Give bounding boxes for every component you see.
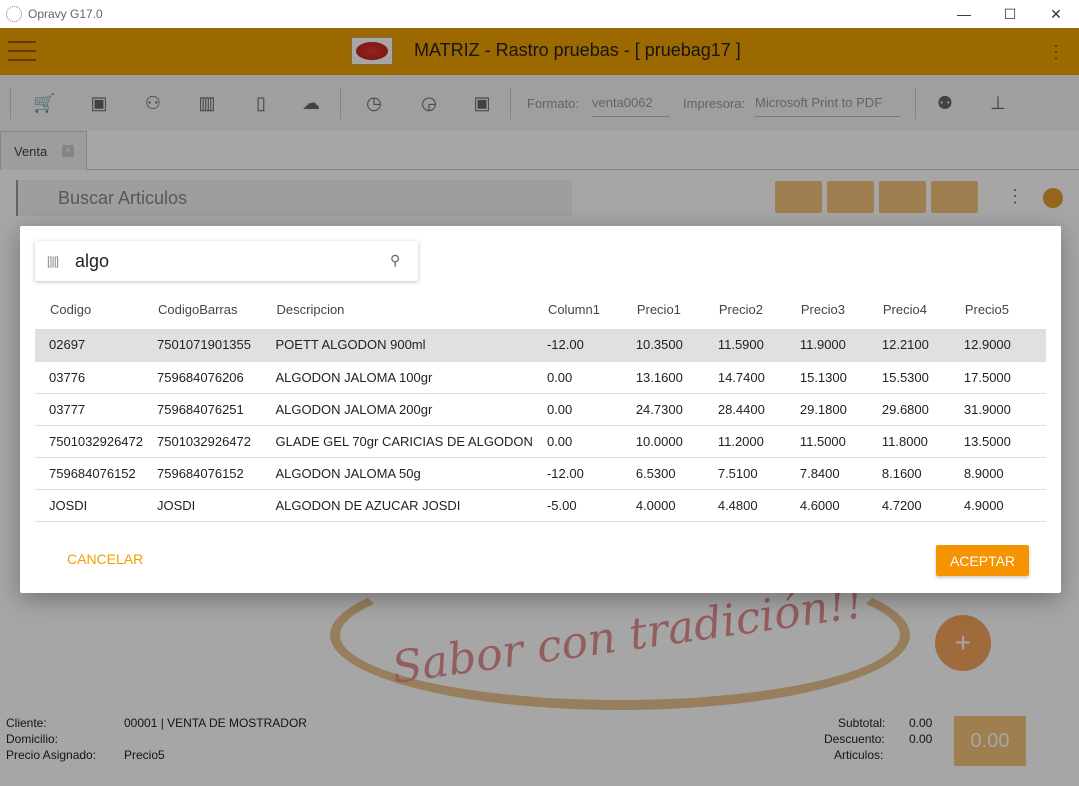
- table-cell: 10.3500: [621, 329, 704, 362]
- table-row[interactable]: 03776 759684076206 ALGODON JALOMA 100gr 0.0…: [35, 361, 1046, 394]
- table-cell: 29.1800: [785, 393, 868, 426]
- table-cell: JOSDI: [35, 489, 143, 522]
- table-cell: 7.5100: [703, 457, 786, 490]
- table-cell: 4.6000: [785, 489, 868, 522]
- dialog-actions: CANCELAR ACEPTAR: [20, 544, 1061, 584]
- accept-button[interactable]: ACEPTAR: [936, 545, 1029, 576]
- table-cell: 4.4800: [703, 489, 786, 522]
- window-title: Opravy G17.0: [28, 7, 103, 21]
- table-cell: 7501071901355: [143, 329, 262, 362]
- table-cell: 03776: [35, 361, 143, 394]
- table-cell: 14.7400: [703, 361, 786, 394]
- table-cell: 759684076152: [35, 457, 143, 490]
- column-header[interactable]: Precio4: [868, 290, 950, 329]
- column-header[interactable]: Precio1: [622, 290, 704, 329]
- table-cell: POETT ALGODON 900ml: [261, 329, 533, 362]
- dialog-search-field[interactable]: [|||] algo ⚲: [35, 241, 418, 281]
- table-cell: 13.1600: [621, 361, 704, 394]
- table-cell: 4.9000: [949, 489, 1046, 522]
- table-cell: 11.5000: [785, 425, 868, 458]
- maximize-button[interactable]: ☐: [987, 0, 1033, 28]
- table-cell: 24.7300: [621, 393, 704, 426]
- table-cell: ALGODON JALOMA 200gr: [261, 393, 533, 426]
- table-row[interactable]: 7501032926472 7501032926472 GLADE GEL 70gr…: [35, 425, 1046, 458]
- table-cell: 10.0000: [621, 425, 704, 458]
- table-cell: 8.9000: [949, 457, 1046, 490]
- table-cell: 31.9000: [949, 393, 1046, 426]
- column-header[interactable]: CodigoBarras: [143, 290, 262, 329]
- table-cell: 17.5000: [949, 361, 1046, 394]
- table-cell: 759684076206: [143, 361, 262, 394]
- table-header-row: Codigo CodigoBarras Descripcion Column1 Prec…: [35, 290, 1046, 329]
- table-cell: 02697: [35, 329, 143, 362]
- table-cell: 03777: [35, 393, 143, 426]
- table-row[interactable]: 759684076152 759684076152 ALGODON JALOMA 5…: [35, 457, 1046, 490]
- titlebar-unshaded: Opravy G17.0 — ☐ ✕: [0, 0, 1079, 28]
- table-cell: 15.1300: [785, 361, 868, 394]
- table-row[interactable]: JOSDI JOSDI ALGODON DE AZUCAR JOSDI -5.00 4.…: [35, 489, 1046, 522]
- article-search-dialog: [|||] algo ⚲ Codigo CodigoBarras Descripci…: [20, 226, 1061, 593]
- minimize-button[interactable]: —: [941, 0, 987, 28]
- close-button[interactable]: ✕: [1033, 0, 1079, 28]
- table-cell: 8.1600: [867, 457, 950, 490]
- results-table: Codigo CodigoBarras Descripcion Column1 Prec…: [35, 290, 1046, 522]
- app-icon: [6, 6, 22, 22]
- table-cell: 6.5300: [621, 457, 704, 490]
- table-cell: 28.4400: [703, 393, 786, 426]
- search-icon[interactable]: ⚲: [390, 252, 400, 269]
- table-cell: ALGODON JALOMA 100gr: [261, 361, 533, 394]
- table-cell: 12.2100: [867, 329, 950, 362]
- column-header[interactable]: Precio5: [950, 290, 1046, 329]
- table-cell: JOSDI: [143, 489, 262, 522]
- column-header[interactable]: Codigo: [35, 290, 143, 329]
- table-cell: GLADE GEL 70gr CARICIAS DE ALGODON: [261, 425, 533, 458]
- dialog-search-value[interactable]: algo: [75, 251, 109, 272]
- table-cell: ALGODON JALOMA 50g: [261, 457, 533, 490]
- table-cell: 0.00: [532, 361, 622, 394]
- table-cell: 0.00: [532, 393, 622, 426]
- table-cell: 4.0000: [621, 489, 704, 522]
- table-cell: -12.00: [532, 457, 622, 490]
- table-cell: 11.9000: [785, 329, 868, 362]
- table-cell: 759684076251: [143, 393, 262, 426]
- table-cell: 7501032926472: [35, 425, 143, 458]
- table-cell: 11.2000: [703, 425, 786, 458]
- column-header[interactable]: Column1: [533, 290, 622, 329]
- cancel-button[interactable]: CANCELAR: [67, 551, 143, 567]
- table-cell: 15.5300: [867, 361, 950, 394]
- table-cell: 7501032926472: [143, 425, 262, 458]
- column-header[interactable]: Precio2: [704, 290, 786, 329]
- table-cell: 4.7200: [867, 489, 950, 522]
- table-cell: 12.9000: [949, 329, 1046, 362]
- table-cell: 7.8400: [785, 457, 868, 490]
- table-cell: 29.6800: [867, 393, 950, 426]
- table-body: 02697 7501071901355 POETT ALGODON 900ml -12…: [35, 329, 1046, 522]
- barcode-icon: [|||]: [47, 254, 59, 268]
- table-cell: 11.8000: [867, 425, 950, 458]
- table-row[interactable]: 03777 759684076251 ALGODON JALOMA 200gr 0.0…: [35, 393, 1046, 426]
- table-cell: -12.00: [532, 329, 622, 362]
- table-cell: 13.5000: [949, 425, 1046, 458]
- table-row[interactable]: 02697 7501071901355 POETT ALGODON 900ml -12…: [35, 329, 1046, 362]
- table-cell: 759684076152: [143, 457, 262, 490]
- table-cell: -5.00: [532, 489, 622, 522]
- table-cell: 11.5900: [703, 329, 786, 362]
- column-header[interactable]: Descripcion: [262, 290, 533, 329]
- table-cell: 0.00: [532, 425, 622, 458]
- column-header[interactable]: Precio3: [786, 290, 868, 329]
- table-cell: ALGODON DE AZUCAR JOSDI: [261, 489, 533, 522]
